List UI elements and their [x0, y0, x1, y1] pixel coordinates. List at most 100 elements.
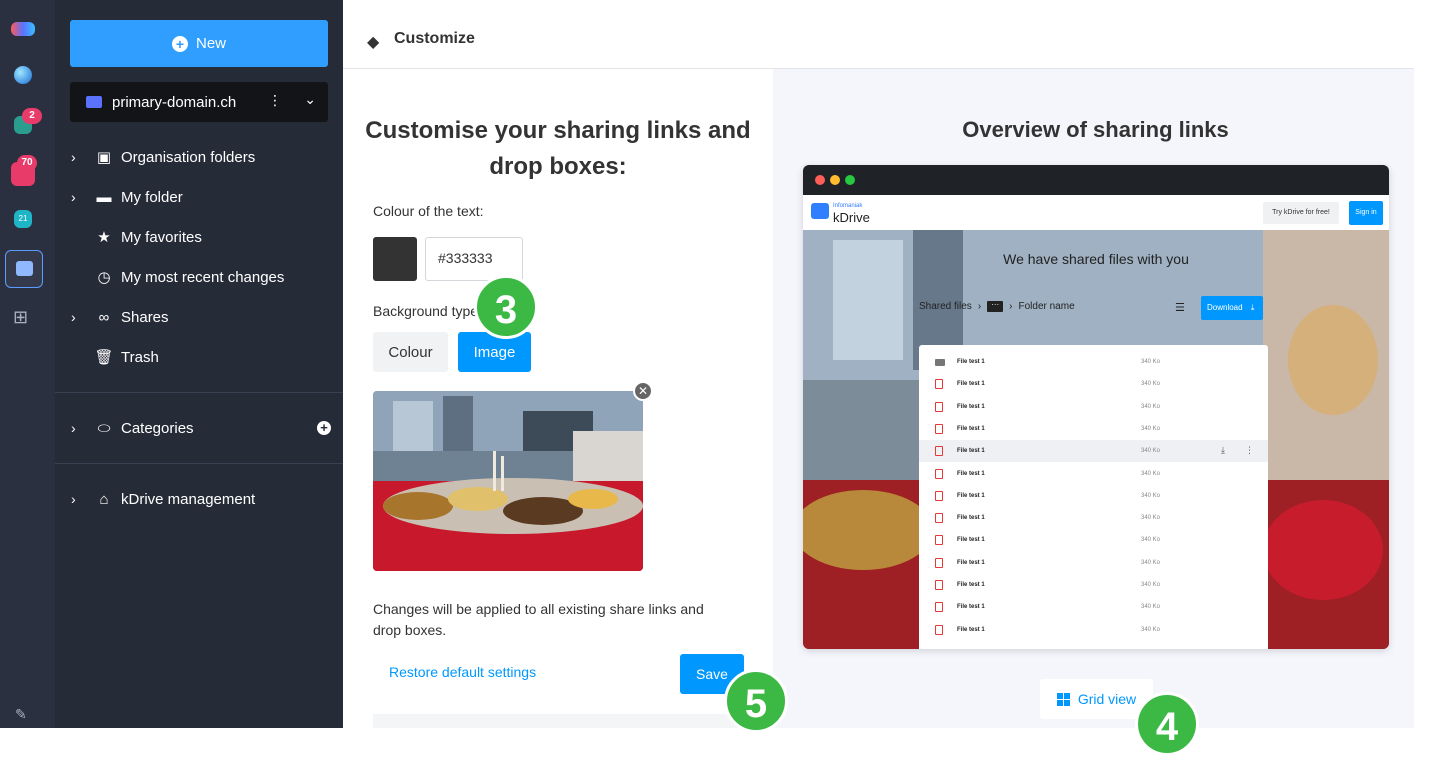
trash-icon: 🗑︎: [94, 349, 114, 366]
sidebar-item-categories[interactable]: › ⬭ Categories +: [55, 408, 343, 448]
grid-icon: [1056, 692, 1070, 706]
pdf-file-icon: [935, 468, 943, 479]
background-image-option[interactable]: Image: [458, 332, 531, 372]
sidebar-item-my-favorites[interactable]: ★ My favorites: [55, 217, 343, 257]
brand: kDrive: [833, 210, 870, 225]
breadcrumb-folder: Folder name: [1018, 301, 1075, 312]
file-name: File test 1: [957, 425, 985, 432]
file-size: 340 Ko: [1141, 492, 1161, 499]
app-window: 2 70 21 ⊞ ✎ + New primary-domain.ch ⋮ ⌄ …: [0, 0, 1444, 758]
step-marker-5: 5: [724, 669, 788, 733]
chevron-right-icon[interactable]: ›: [71, 309, 76, 325]
file-size: 340 Ko: [1141, 604, 1161, 611]
store-badge: 70: [17, 155, 37, 171]
buffet-photo: [373, 391, 643, 571]
pdf-file-icon: [935, 379, 943, 390]
customise-panel: Customise your sharing links and drop bo…: [343, 69, 773, 728]
file-row: File test 1 340 Ko: [919, 552, 1268, 574]
file-row: File test 1 340 Ko: [919, 396, 1268, 418]
step-marker-3: 3: [474, 275, 538, 339]
kdrive-logo-icon: [811, 203, 829, 219]
new-button[interactable]: + New: [70, 20, 328, 67]
tag-icon: ⬭: [97, 419, 111, 437]
chevron-right-icon[interactable]: ›: [71, 491, 76, 507]
chevron-right-icon[interactable]: ›: [71, 420, 76, 436]
preview-header: Infomaniak kDrive Try kDrive for free! S…: [803, 195, 1389, 230]
chevron-right-icon: ›: [1009, 301, 1013, 312]
file-name: File test 1: [957, 359, 985, 365]
maximize-dot-icon: [845, 175, 855, 185]
assistant-icon[interactable]: ✎: [15, 706, 27, 723]
pdf-file-icon: [935, 580, 943, 590]
preview-file-list: File test 1 340 Ko File test 1 340 Ko File t…: [919, 345, 1268, 649]
file-row: File test 1 340 Ko: [919, 507, 1268, 529]
sidebar-item-my-folder[interactable]: › ▬ My folder: [55, 177, 343, 217]
sidebar-item-shares[interactable]: › ∞ Shares: [55, 297, 343, 337]
file-size: 340 Ko: [1141, 582, 1161, 588]
apps-logo-icon[interactable]: [11, 22, 35, 36]
pdf-file-icon: [935, 557, 943, 568]
page-title: Customize: [394, 30, 475, 47]
drive-management-icon: ⌂: [99, 490, 109, 508]
try-kdrive-button: Try kDrive for free!: [1263, 202, 1339, 224]
preview-download-button: Download ⤓: [1201, 296, 1263, 320]
customise-heading: Customise your sharing links and drop bo…: [365, 117, 751, 180]
sidebar-item-label: My folder: [121, 188, 183, 206]
overview-panel: Overview of sharing links Infomaniak kDr…: [773, 69, 1414, 728]
file-row: File test 1 340 Ko: [919, 619, 1268, 641]
pdf-file-icon: [935, 602, 943, 613]
sidebar-item-trash[interactable]: 🗑︎ Trash: [55, 337, 343, 377]
file-row: File test 1 340 Ko: [919, 596, 1268, 618]
sign-in-button: Sign in: [1349, 201, 1383, 225]
sidebar-item-organisation-folders[interactable]: › ▣ Organisation folders: [55, 137, 343, 177]
file-row: File test 1 340 Ko: [919, 351, 1268, 373]
sidebar-item-kdrive-management[interactable]: › ⌂ kDrive management: [55, 479, 343, 519]
clock-icon: ◷: [97, 269, 111, 286]
background-type-label: Background type: [373, 303, 479, 319]
more-icon: ⋮: [1245, 445, 1254, 456]
page-header: ◆ Customize: [343, 20, 1414, 69]
file-row: File test 1 340 Ko: [919, 529, 1268, 551]
mail-app-icon[interactable]: [14, 66, 32, 84]
file-size: 340 Ko: [1141, 470, 1161, 477]
restore-default-link[interactable]: Restore default settings: [389, 664, 536, 680]
remove-image-icon[interactable]: ✕: [633, 381, 653, 401]
sidebar-item-label: kDrive management: [121, 490, 256, 508]
pdf-file-icon: [935, 513, 943, 524]
drive-selector[interactable]: primary-domain.ch ⋮ ⌄: [70, 82, 328, 122]
chevron-down-icon[interactable]: ⌄: [304, 91, 316, 108]
file-name: File test 1: [957, 537, 985, 544]
file-name: File test 1: [957, 492, 985, 499]
kdrive-app-icon[interactable]: [5, 250, 43, 288]
panel-footer: [373, 714, 745, 728]
add-category-icon[interactable]: +: [317, 421, 331, 435]
sidebar: + New primary-domain.ch ⋮ ⌄ › ▣ Organisa…: [55, 0, 343, 728]
chevron-right-icon[interactable]: ›: [71, 149, 76, 165]
download-icon: ⤓: [1250, 303, 1255, 312]
step-marker-4: 4: [1135, 692, 1199, 756]
add-app-icon[interactable]: ⊞: [13, 307, 28, 328]
file-name: File test 1: [957, 515, 985, 522]
list-view-icon: ☰: [1175, 302, 1185, 314]
download-icon: ⤓: [1221, 445, 1225, 456]
sidebar-item-recent-changes[interactable]: ◷ My most recent changes: [55, 257, 343, 297]
link-icon: ∞: [98, 308, 110, 326]
more-icon[interactable]: ⋮: [268, 92, 282, 109]
chevron-right-icon[interactable]: ›: [71, 189, 76, 205]
text-colour-swatch[interactable]: [373, 237, 417, 281]
file-size: 340 Ko: [1141, 559, 1161, 566]
background-colour-option[interactable]: Colour: [373, 332, 448, 372]
divider: [55, 463, 343, 464]
file-name: File test 1: [957, 604, 985, 611]
file-name: File test 1: [957, 582, 985, 588]
file-size: 340 Ko: [1141, 381, 1161, 388]
drive-icon: [86, 96, 102, 108]
app-rail: 2 70 21 ⊞ ✎: [0, 0, 55, 728]
pdf-file-icon: [935, 423, 943, 434]
breadcrumb-root: Shared files: [919, 301, 972, 312]
calendar-app-icon[interactable]: 21: [14, 210, 32, 228]
file-row: File test 1 340 Ko ⤓ ⋮: [919, 440, 1268, 463]
apply-note: Changes will be applied to all existing …: [373, 601, 704, 638]
browser-titlebar: [803, 165, 1389, 195]
file-size: 340 Ko: [1141, 448, 1161, 455]
